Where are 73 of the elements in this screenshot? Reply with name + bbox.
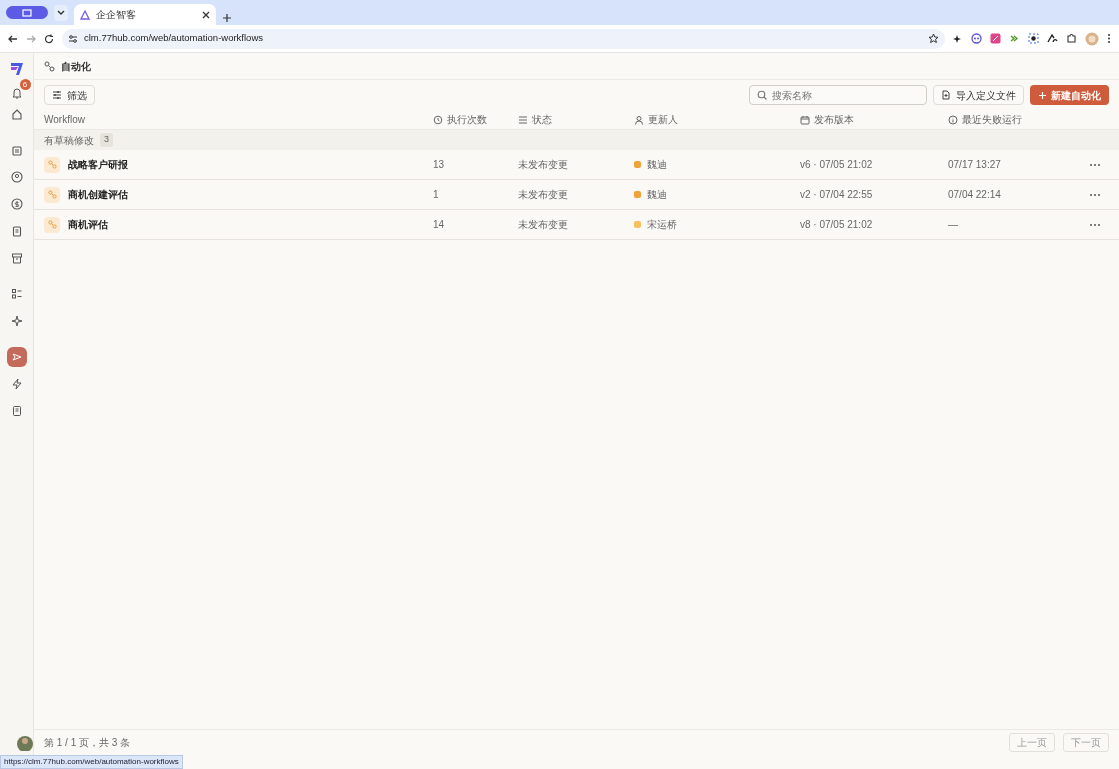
user-name: 宋运桥 <box>647 218 677 232</box>
extension-icon[interactable] <box>1047 33 1058 44</box>
table-cell-text: 未发布变更 <box>518 158 569 172</box>
table-cell-text: 未发布变更 <box>518 188 569 202</box>
plus-icon <box>1038 90 1047 100</box>
filter-button[interactable]: 筛选 <box>44 85 95 105</box>
more-icon[interactable] <box>1089 223 1101 228</box>
bell-icon[interactable] <box>10 87 23 100</box>
history-icon <box>433 114 443 125</box>
table-cell-text: 13 <box>433 158 446 172</box>
calendar-icon <box>800 114 810 125</box>
list-icon <box>518 114 528 125</box>
column-header[interactable]: 状态 <box>532 112 552 127</box>
dollar-icon <box>10 198 23 210</box>
site-settings-icon[interactable] <box>68 33 78 44</box>
group-label: 有草稿修改 <box>44 133 94 148</box>
bolt-icon <box>10 378 23 390</box>
close-icon[interactable] <box>202 10 210 19</box>
table-cell-text: — <box>948 218 959 232</box>
table-cell-text: 未发布变更 <box>518 218 569 232</box>
table-cell-text: 07/04 22:14 <box>948 188 1002 202</box>
table-cell-text: 1 <box>433 188 440 202</box>
extension-icon[interactable] <box>1028 33 1039 44</box>
table-cell-text: v6 · 07/05 21:02 <box>800 158 874 172</box>
workflow-name: 商机评估 <box>68 218 108 232</box>
address-bar[interactable]: clm.77hub.com/web/automation-workflows <box>62 28 945 49</box>
search-box[interactable]: 搜索名称 <box>749 85 927 105</box>
tab-title: 企企智客 <box>96 8 137 22</box>
window-icon <box>22 8 32 17</box>
table-cell-text: 14 <box>433 218 446 232</box>
new-tab-icon[interactable] <box>222 12 232 23</box>
pagination-info: 第 1 / 1 页，共 3 条 <box>44 736 132 750</box>
back-icon[interactable] <box>8 33 18 44</box>
column-header[interactable]: 更新人 <box>648 112 678 127</box>
more-icon[interactable] <box>1089 163 1101 168</box>
import-button[interactable]: 导入定义文件 <box>933 85 1024 105</box>
table-cell-text: v2 · 07/04 22:55 <box>800 188 874 202</box>
more-icon[interactable] <box>1089 193 1101 198</box>
logo-icon <box>80 9 90 20</box>
archive-icon <box>10 252 23 264</box>
filter-icon <box>52 90 62 100</box>
puzzle-icon[interactable] <box>1066 33 1077 44</box>
profile-button[interactable] <box>6 6 48 19</box>
column-header[interactable]: 最近失败运行 <box>962 112 1022 127</box>
search-field[interactable]: 搜索名称 <box>772 87 912 103</box>
file-icon <box>941 90 951 100</box>
browser-tab[interactable]: 企企智客 <box>74 4 216 25</box>
chevron-icon <box>57 10 65 16</box>
list-icon <box>10 288 23 300</box>
page-title: 自动化 <box>61 59 91 74</box>
workflow-name: 战略客户研报 <box>68 158 128 172</box>
info-icon <box>948 114 958 125</box>
table-cell-text: 07/17 13:27 <box>948 158 1002 172</box>
column-header[interactable]: Workflow <box>44 112 85 127</box>
column-header[interactable]: 执行次数 <box>447 112 487 127</box>
table-cell-text: v8 · 07/05 21:02 <box>800 218 874 232</box>
column-header[interactable]: 发布版本 <box>814 112 854 127</box>
user-name: 魏迪 <box>647 158 667 172</box>
reload-icon[interactable] <box>44 33 54 44</box>
star-icon[interactable] <box>928 33 939 44</box>
workflow-name: 商机创建评估 <box>68 188 128 202</box>
avatar-icon[interactable] <box>14 734 36 751</box>
notification-badge: 6 <box>19 79 31 90</box>
url-text: clm.77hub.com/web/automation-workflows <box>84 31 264 46</box>
search-icon <box>757 90 767 100</box>
tab-search-button[interactable] <box>54 5 68 21</box>
status-url-tooltip: https://clm.77hub.com/web/automation-workflows <box>0 755 183 769</box>
menu-icon[interactable] <box>1107 33 1111 44</box>
new-automation-button[interactable]: 新建自动化 <box>1030 85 1109 105</box>
home-icon <box>10 108 23 120</box>
group-count: 3 <box>100 133 113 147</box>
user-name: 魏迪 <box>647 188 667 202</box>
sidebar-item[interactable] <box>6 347 27 367</box>
